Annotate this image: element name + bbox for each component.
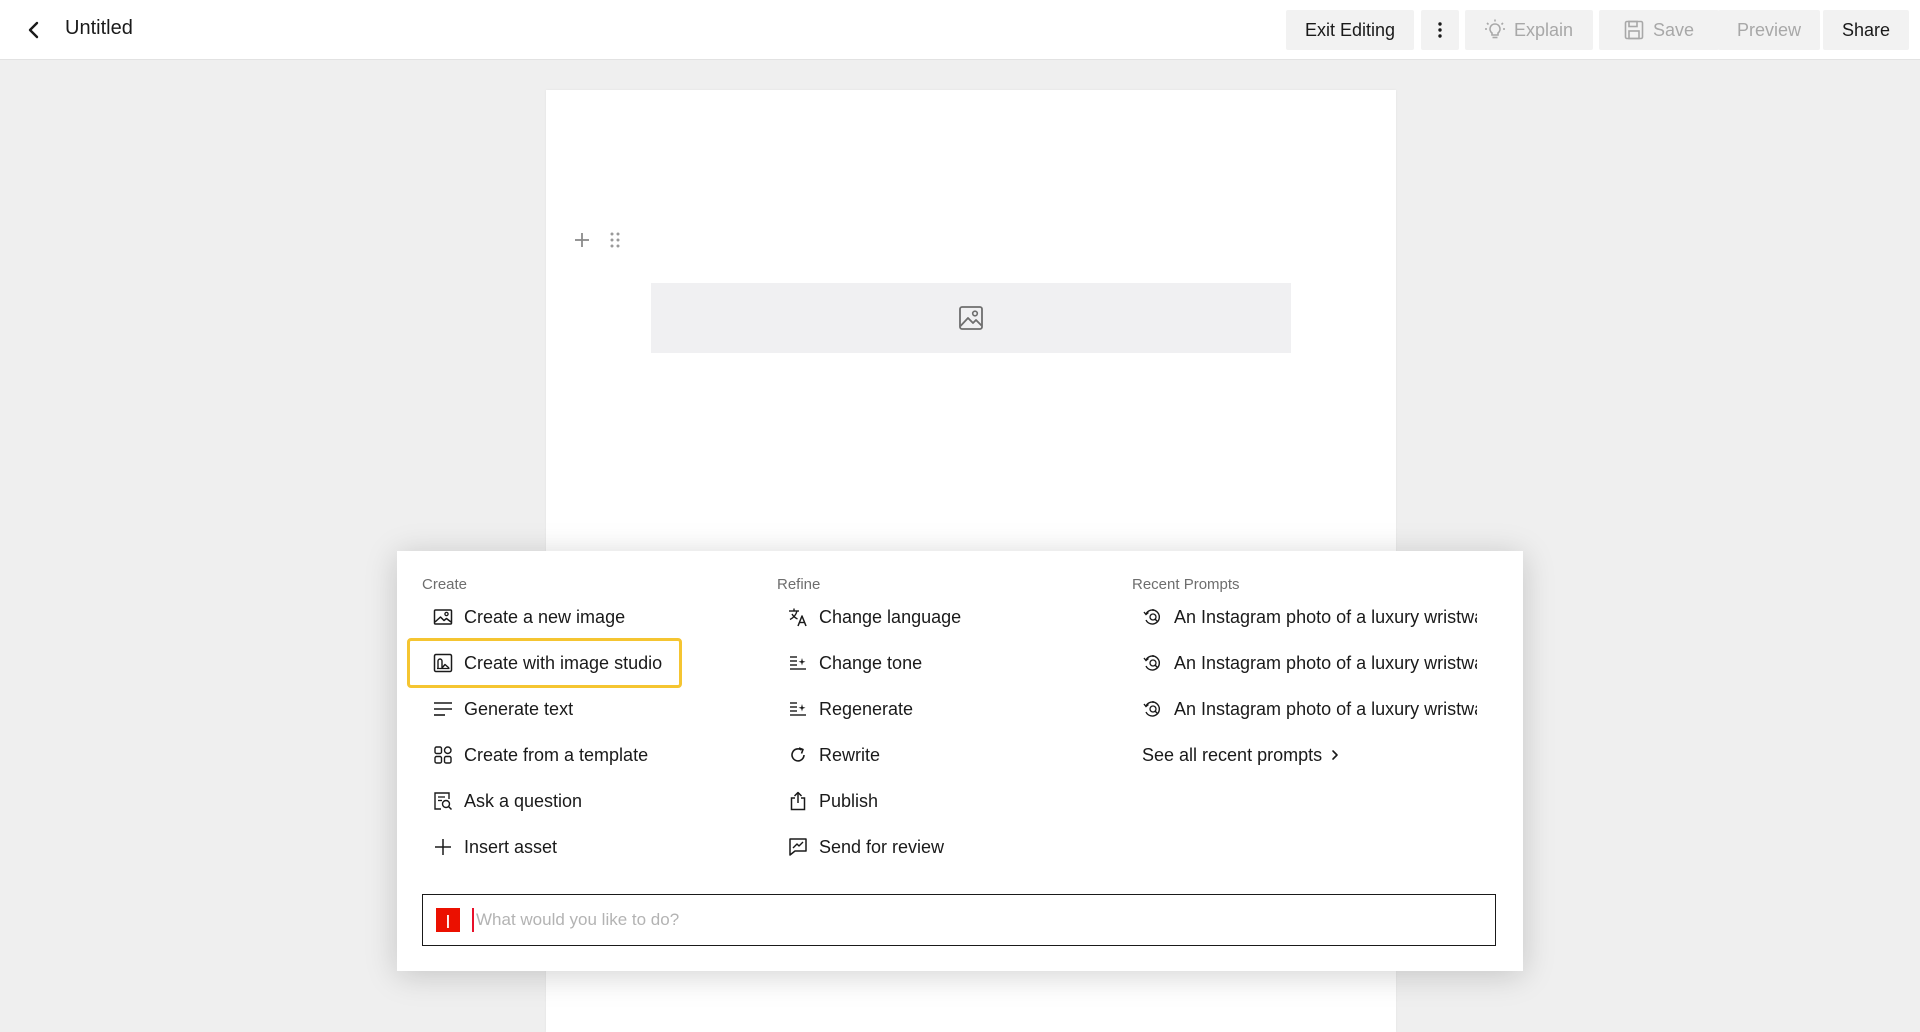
see-all-recent-prompts-link[interactable]: See all recent prompts	[1132, 732, 1477, 778]
recent-prompt-label: An Instagram photo of a luxury wristwa	[1174, 606, 1477, 627]
image-icon	[959, 306, 983, 330]
create-column: Create Create a new image Create with im…	[407, 576, 752, 857]
publish-item[interactable]: Publish	[777, 778, 1107, 824]
refine-column: Refine Change language Change tone Regen…	[777, 576, 1107, 857]
save-disk-icon	[1624, 20, 1644, 40]
prompt-input[interactable]	[472, 908, 1495, 932]
send-for-review-label: Send for review	[819, 836, 945, 857]
image-icon	[432, 606, 454, 628]
create-new-image-item[interactable]: Create a new image	[422, 594, 752, 640]
plus-icon	[575, 233, 589, 247]
recent-prompt-item[interactable]: An Instagram photo of a luxury wristwa	[1132, 594, 1477, 640]
save-label: Save	[1652, 19, 1695, 40]
chevron-left-icon	[28, 21, 39, 39]
history-search-icon	[1142, 698, 1164, 720]
history-search-icon	[1142, 652, 1164, 674]
send-for-review-item[interactable]: Send for review	[777, 824, 1107, 870]
recent-prompts-heading: Recent Prompts	[1132, 576, 1240, 593]
plus-icon	[432, 836, 454, 858]
translate-icon	[787, 606, 809, 628]
kebab-vertical-icon	[1438, 22, 1442, 38]
document-title[interactable]: Untitled	[65, 16, 133, 40]
ask-a-question-item[interactable]: Ask a question	[422, 778, 752, 824]
ask-question-icon	[432, 790, 454, 812]
image-studio-icon	[432, 652, 454, 674]
ai-actions-menu: Create Create a new image Create with im…	[397, 551, 1523, 971]
save-button[interactable]: Save	[1599, 10, 1719, 50]
change-language-item[interactable]: Change language	[777, 594, 1107, 640]
text-sparkle-icon	[787, 698, 809, 720]
drag-handle-icon	[610, 232, 620, 248]
history-search-icon	[1142, 606, 1164, 628]
generate-text-label: Generate text	[464, 698, 574, 719]
change-tone-label: Change tone	[819, 652, 923, 673]
exit-editing-button[interactable]: Exit Editing	[1286, 10, 1414, 50]
generate-text-item[interactable]: Generate text	[422, 686, 752, 732]
insert-asset-item[interactable]: Insert asset	[422, 824, 752, 870]
recent-prompt-label: An Instagram photo of a luxury wristwa	[1174, 652, 1477, 673]
rewrite-label: Rewrite	[819, 744, 881, 765]
create-from-template-item[interactable]: Create from a template	[422, 732, 752, 778]
share-upload-icon	[787, 790, 809, 812]
share-button[interactable]: Share	[1823, 10, 1909, 50]
image-placeholder[interactable]	[651, 283, 1291, 353]
top-bar: Untitled Exit Editing Explain Save Previ…	[0, 0, 1920, 60]
create-with-image-studio-label: Create with image studio	[464, 652, 663, 673]
exit-editing-label: Exit Editing	[1304, 19, 1396, 40]
rewrite-item[interactable]: Rewrite	[777, 732, 1107, 778]
publish-label: Publish	[819, 790, 879, 811]
recent-prompt-item[interactable]: An Instagram photo of a luxury wristwa	[1132, 686, 1477, 732]
template-grid-icon	[432, 744, 454, 766]
see-all-label: See all recent prompts	[1142, 744, 1323, 765]
preview-label: Preview	[1736, 19, 1802, 40]
prompt-box: |	[422, 894, 1496, 946]
explain-button[interactable]: Explain	[1465, 10, 1593, 50]
insert-asset-label: Insert asset	[464, 836, 558, 857]
brand-logo-icon: |	[436, 908, 460, 932]
ask-a-question-label: Ask a question	[464, 790, 583, 811]
create-heading: Create	[422, 576, 468, 593]
text-lines-icon	[432, 698, 454, 720]
recent-prompt-label: An Instagram photo of a luxury wristwa	[1174, 698, 1477, 719]
explain-label: Explain	[1513, 19, 1574, 40]
more-options-button[interactable]	[1421, 10, 1459, 50]
recent-prompt-item[interactable]: An Instagram photo of a luxury wristwa	[1132, 640, 1477, 686]
change-language-label: Change language	[819, 606, 962, 627]
review-icon	[787, 836, 809, 858]
lightbulb-icon	[1484, 19, 1505, 41]
create-with-image-studio-item[interactable]: Create with image studio	[407, 638, 682, 688]
share-label: Share	[1841, 19, 1891, 40]
chevron-right-icon	[1331, 749, 1339, 761]
change-tone-item[interactable]: Change tone	[777, 640, 1107, 686]
regenerate-item[interactable]: Regenerate	[777, 686, 1107, 732]
refresh-icon	[787, 744, 809, 766]
text-sparkle-icon	[787, 652, 809, 674]
create-from-template-label: Create from a template	[464, 744, 649, 765]
refine-heading: Refine	[777, 576, 821, 593]
regenerate-label: Regenerate	[819, 698, 914, 719]
drag-handle[interactable]	[608, 231, 622, 249]
recent-prompts-column: Recent Prompts An Instagram photo of a l…	[1132, 576, 1492, 765]
back-button[interactable]	[20, 16, 48, 44]
add-block-button[interactable]	[572, 230, 592, 250]
create-new-image-label: Create a new image	[464, 606, 626, 627]
preview-button[interactable]: Preview	[1718, 10, 1820, 50]
